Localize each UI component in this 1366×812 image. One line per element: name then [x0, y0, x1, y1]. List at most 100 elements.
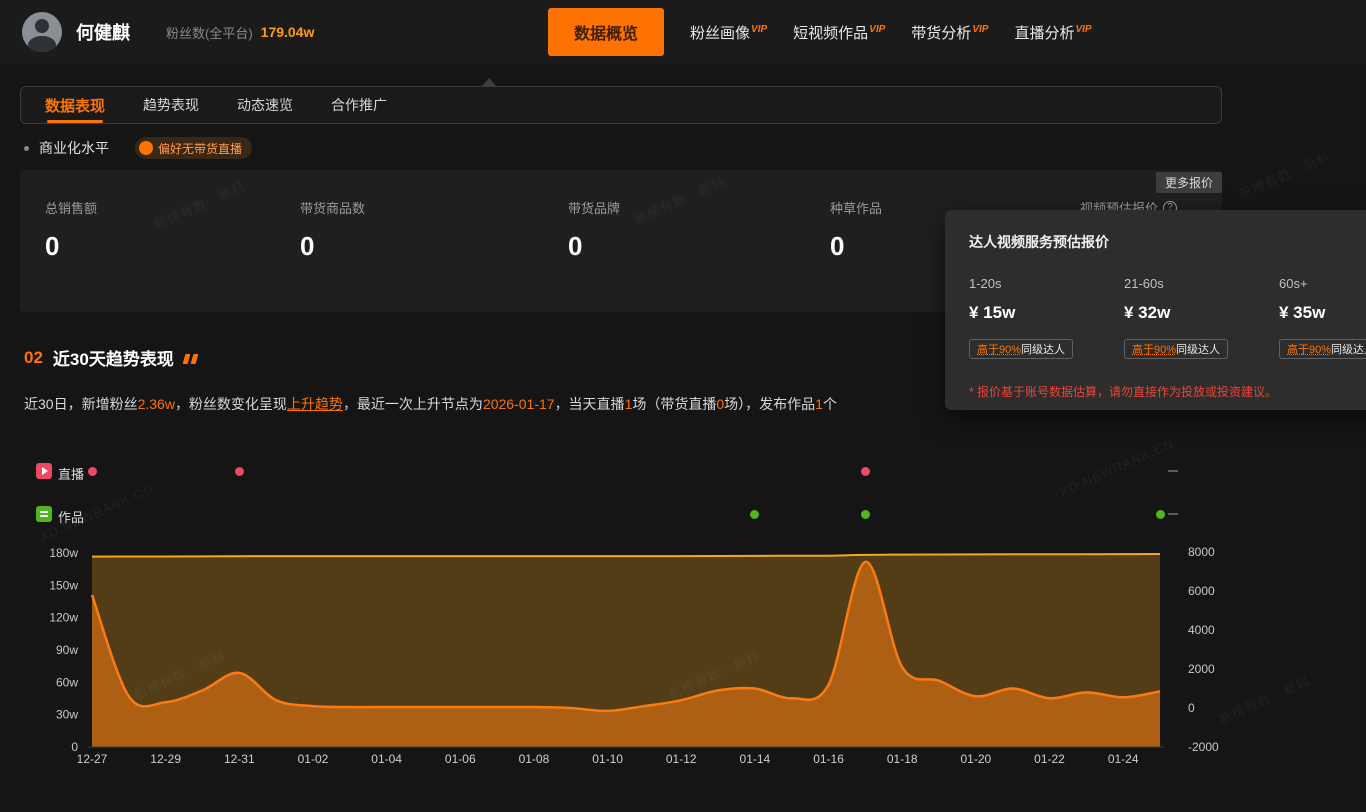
works-icon — [36, 506, 52, 522]
stat-total-sales: 总销售额 0 — [45, 198, 97, 262]
live-event-dot[interactable] — [88, 467, 97, 476]
duration-label: 60s+ — [1279, 276, 1366, 291]
nav-tab-live-analysis[interactable]: 直播分析VIP — [1014, 22, 1091, 43]
section-title: 近30天趋势表现 — [53, 345, 174, 370]
trend-chart[interactable]: 030w60w90w120w150w180w-20000200040006000… — [0, 540, 1250, 775]
rank-badge: 高于90%同级达人 — [1279, 339, 1366, 359]
tab-activity-glance[interactable]: 动态速览 — [237, 87, 293, 123]
stat-value: 0 — [45, 231, 97, 262]
page: 何健麒 粉丝数(全平台) 179.04w 数据概览 粉丝画像VIP 短视频作品V… — [0, 0, 1366, 812]
more-quotes-button[interactable]: 更多报价 — [1156, 172, 1222, 193]
creator-avatar[interactable] — [22, 12, 62, 52]
summary-part: 个 — [823, 396, 837, 412]
nav-tab-fan-profile[interactable]: 粉丝画像VIP — [690, 22, 767, 43]
x-axis-tick: 12-27 — [77, 752, 108, 766]
left-axis-tick: 150w — [49, 578, 78, 592]
x-axis-tick: 01-06 — [445, 752, 476, 766]
right-axis-tick: 2000 — [1188, 662, 1215, 676]
top-nav: 数据概览 粉丝画像VIP 短视频作品VIP 带货分析VIP 直播分析VIP — [548, 0, 1092, 64]
row-end-dash — [1168, 513, 1178, 515]
works-event-dot[interactable] — [861, 510, 870, 519]
stat-label: 带货品牌 — [568, 198, 620, 217]
left-axis-tick: 90w — [56, 643, 78, 657]
row-end-dash — [1168, 470, 1178, 472]
summary-part[interactable]: 上升趋势 — [287, 396, 343, 412]
x-axis-tick: 01-12 — [666, 752, 697, 766]
nav-tab-label: 数据概览 — [574, 26, 638, 43]
x-axis-tick: 01-22 — [1034, 752, 1065, 766]
stat-label: 带货商品数 — [300, 198, 365, 217]
quote-marks-icon — [184, 354, 200, 364]
tab-trend-performance[interactable]: 趋势表现 — [143, 87, 199, 123]
nav-tab-short-video[interactable]: 短视频作品VIP — [793, 22, 885, 43]
commerce-section-label: 商业化水平 — [39, 138, 109, 158]
right-axis-tick: 4000 — [1188, 623, 1215, 637]
left-axis-tick: 30w — [56, 708, 78, 722]
nav-tab-label: 带货分析 — [911, 25, 971, 42]
commerce-section-header: 商业化水平 偏好无带货直播 — [24, 137, 252, 159]
duration-label: 1-20s — [969, 276, 1124, 291]
summary-part: 场（带货直播 — [632, 396, 716, 412]
summary-part: 2.36w — [138, 396, 175, 412]
stat-label: 总销售额 — [45, 198, 97, 217]
live-event-dot[interactable] — [235, 467, 244, 476]
rank-highlight: 高于90% — [1287, 341, 1331, 357]
rank-rest: 同级达人 — [1331, 341, 1366, 357]
trend-section-header: 02 近30天趋势表现 — [24, 345, 200, 370]
section-number: 02 — [24, 348, 43, 368]
work-events-row: 作品 — [0, 506, 1366, 522]
live-legend-label: 直播 — [58, 464, 84, 483]
price-value: ¥ 32w — [1124, 303, 1279, 323]
fans-count-value: 179.04w — [261, 24, 315, 40]
vip-badge: VIP — [972, 24, 988, 35]
fans-count-label: 粉丝数(全平台) — [166, 23, 253, 42]
stat-product-count: 带货商品数 0 — [300, 198, 365, 262]
x-axis-tick: 01-16 — [813, 752, 844, 766]
live-play-icon — [36, 463, 52, 479]
right-axis-tick: -2000 — [1188, 740, 1219, 754]
active-tab-caret — [482, 78, 496, 86]
summary-part: ，粉丝数变化呈现 — [175, 396, 287, 412]
vip-badge: VIP — [751, 24, 767, 35]
rank-badge: 高于90%同级达人 — [969, 339, 1073, 359]
summary-part: 场），发布作品 — [724, 396, 815, 412]
rank-highlight: 高于90% — [1132, 341, 1176, 357]
summary-part: 近30日，新增粉丝 — [24, 396, 138, 412]
tab-data-performance[interactable]: 数据表现 — [45, 87, 105, 123]
nav-tab-commerce-analysis[interactable]: 带货分析VIP — [911, 22, 988, 43]
x-axis-tick: 12-29 — [150, 752, 181, 766]
nav-tab-data-overview[interactable]: 数据概览 — [548, 8, 664, 56]
exclamation-icon — [139, 141, 153, 155]
summary-part: 0 — [716, 396, 724, 412]
popup-columns: 1-20s ¥ 15w 高于90%同级达人 21-60s ¥ 32w 高于90%… — [969, 276, 1366, 359]
video-quote-popup: 达人视频服务预估报价 1-20s ¥ 15w 高于90%同级达人 21-60s … — [945, 210, 1366, 410]
rank-highlight: 高于90% — [977, 341, 1021, 357]
quote-col-21-60s: 21-60s ¥ 32w 高于90%同级达人 — [1124, 276, 1279, 359]
x-axis-tick: 01-20 — [961, 752, 992, 766]
x-axis-tick: 12-31 — [224, 752, 255, 766]
preference-badge-label: 偏好无带货直播 — [158, 140, 242, 157]
rank-rest: 同级达人 — [1176, 341, 1220, 357]
live-event-dot[interactable] — [861, 467, 870, 476]
left-axis-tick: 180w — [49, 546, 78, 560]
left-axis-tick: 120w — [49, 611, 78, 625]
works-legend-label: 作品 — [58, 507, 84, 526]
x-axis-tick: 01-08 — [519, 752, 550, 766]
stat-seeding-works: 种草作品 0 — [830, 198, 882, 262]
creator-name: 何健麒 — [76, 19, 130, 45]
price-value: ¥ 15w — [969, 303, 1124, 323]
trend-summary: 近30日，新增粉丝2.36w，粉丝数变化呈现上升趋势，最近一次上升节点为2026… — [24, 394, 837, 414]
right-axis-tick: 6000 — [1188, 584, 1215, 598]
tab-cooperation[interactable]: 合作推广 — [331, 87, 387, 123]
rank-rest: 同级达人 — [1021, 341, 1065, 357]
summary-part: ，当天直播 — [555, 396, 625, 412]
header: 何健麒 粉丝数(全平台) 179.04w 数据概览 粉丝画像VIP 短视频作品V… — [0, 0, 1366, 64]
x-axis-tick: 01-24 — [1108, 752, 1139, 766]
nav-tab-label: 直播分析 — [1014, 25, 1074, 42]
right-axis-tick: 8000 — [1188, 545, 1215, 559]
works-event-dot[interactable] — [1156, 510, 1165, 519]
stat-value: 0 — [300, 231, 365, 262]
x-axis-tick: 01-04 — [371, 752, 402, 766]
nav-tab-label: 粉丝画像 — [690, 25, 750, 42]
works-event-dot[interactable] — [750, 510, 759, 519]
